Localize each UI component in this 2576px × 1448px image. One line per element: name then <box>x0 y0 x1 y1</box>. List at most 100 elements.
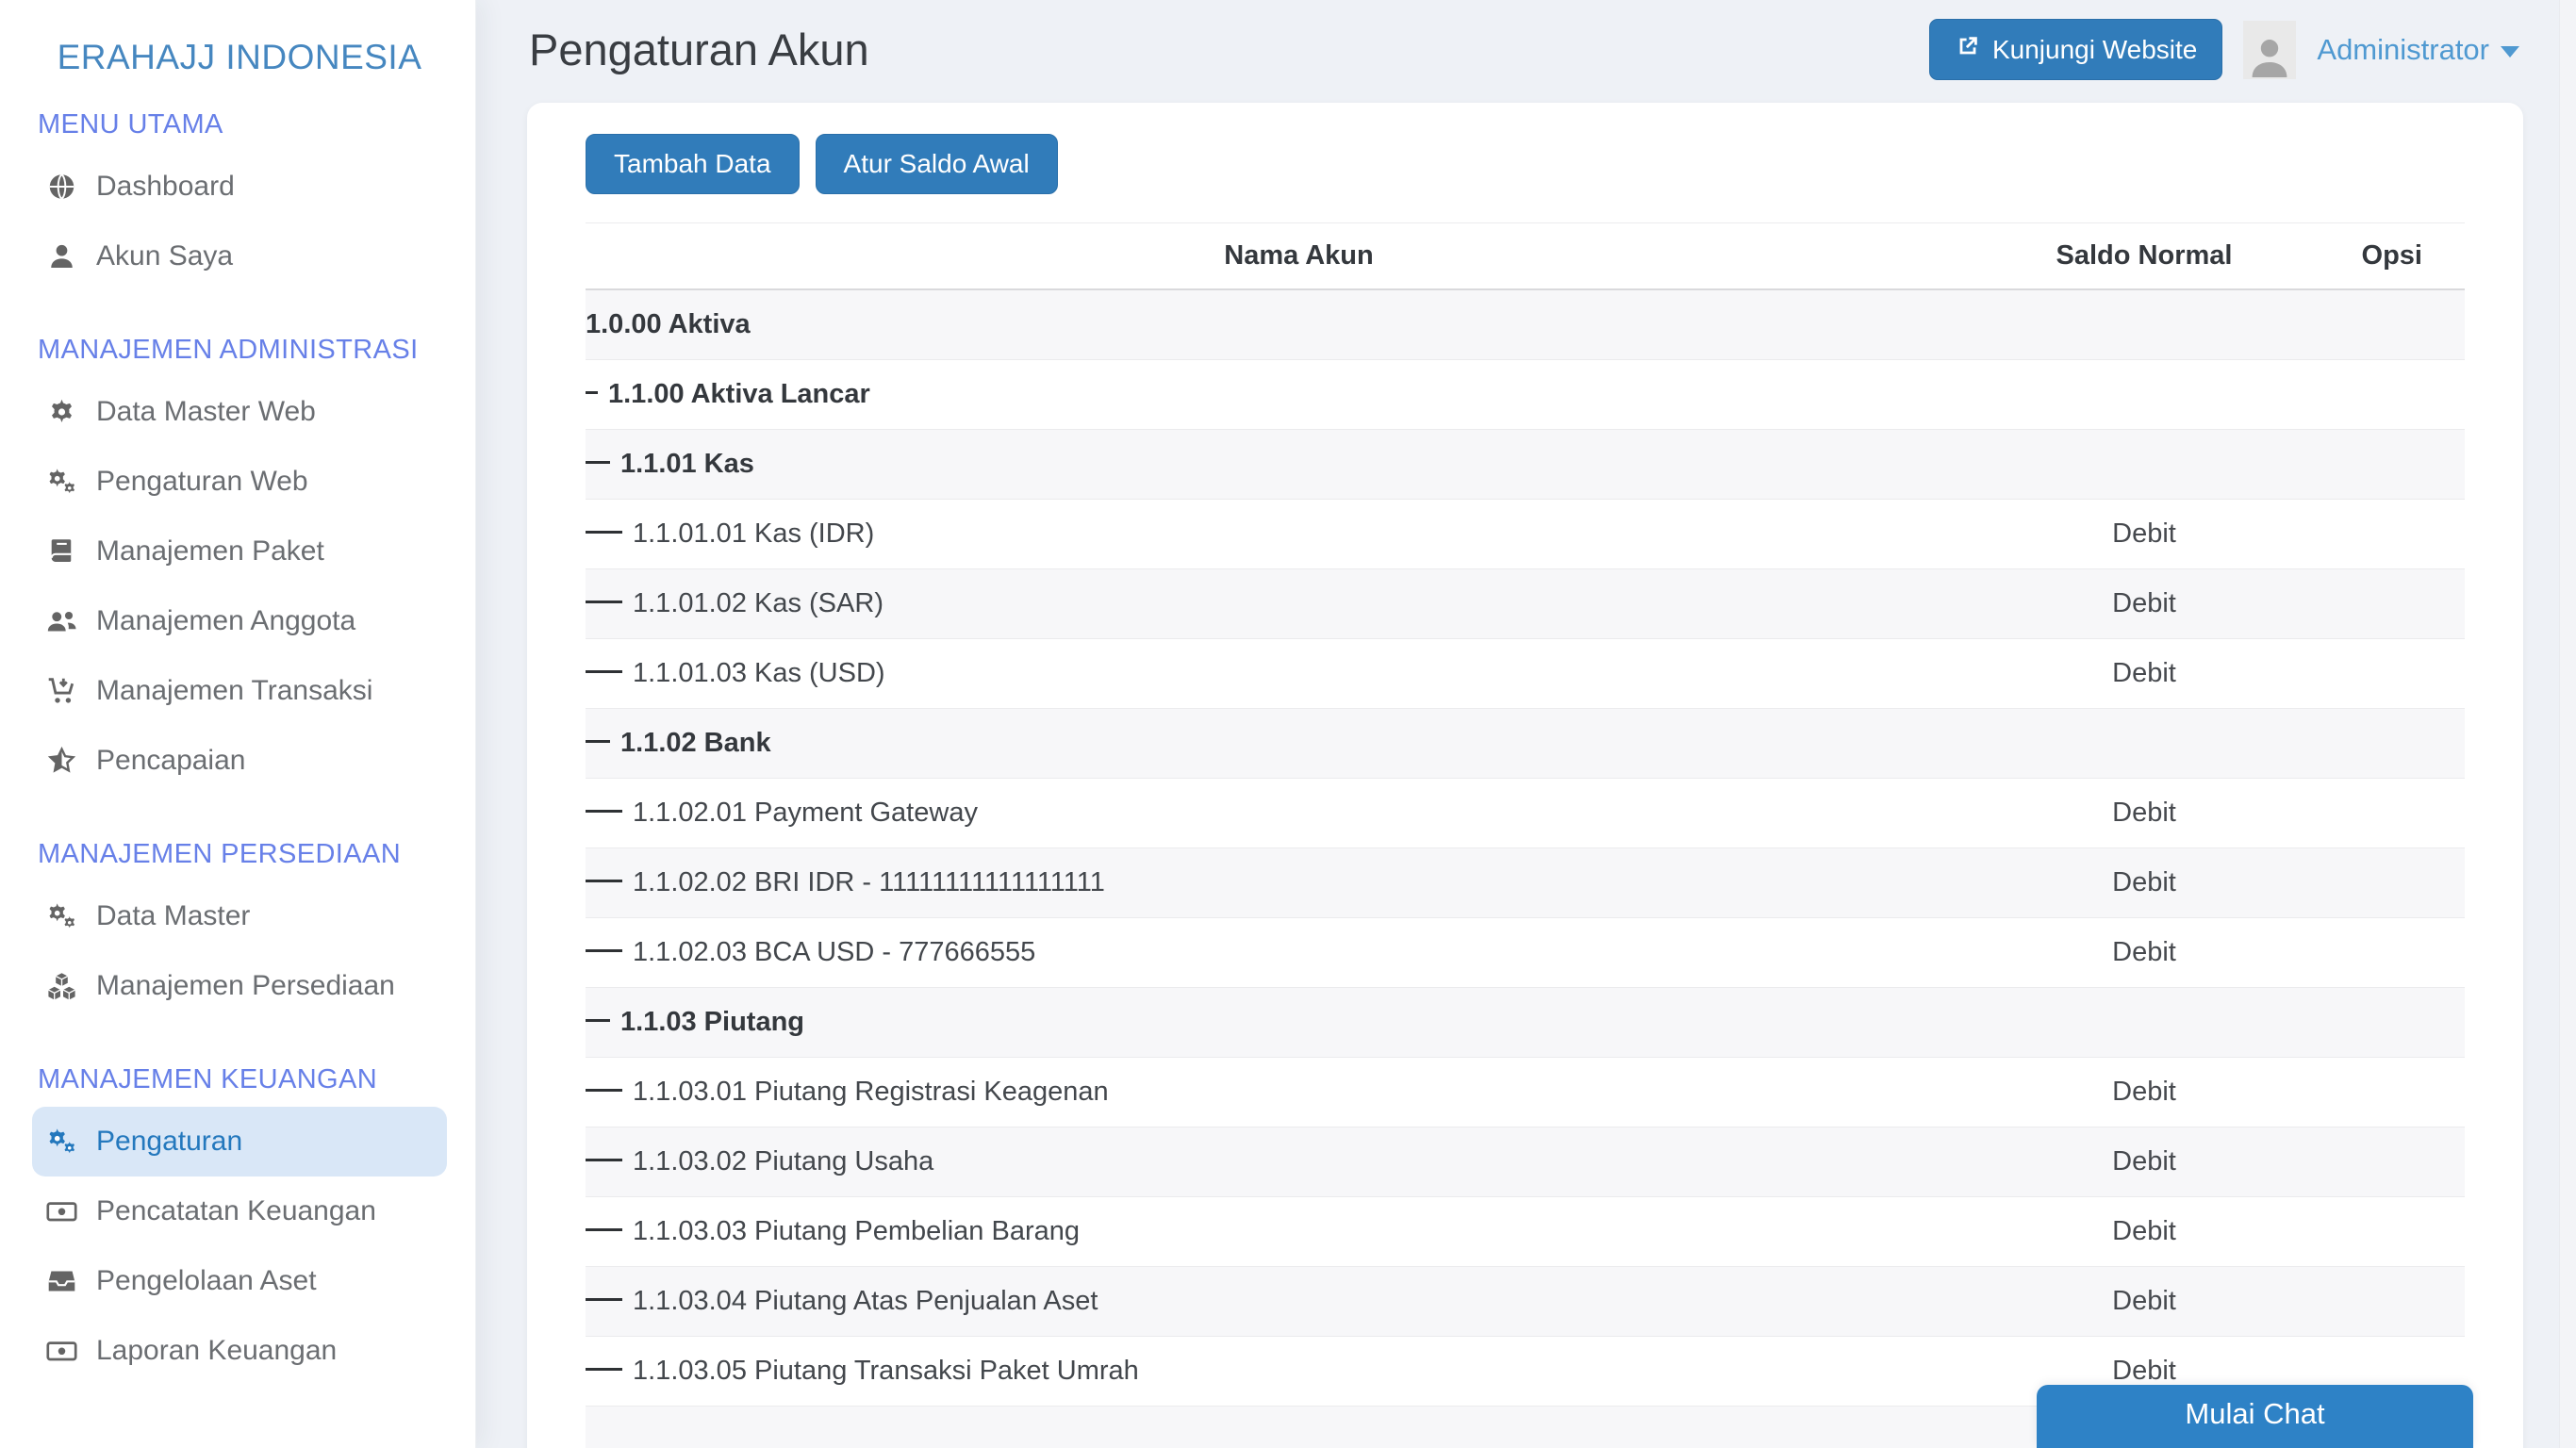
sidebar-item-pencatatan-keuangan[interactable]: Pencatatan Keuangan <box>32 1176 447 1246</box>
sidebar-item-manajemen-persediaan[interactable]: Manajemen Persediaan <box>32 951 447 1021</box>
account-name-cell: 1.1.02.02 BRI IDR - 11111111111111111 <box>586 847 2012 917</box>
sidebar-item-pencapaian[interactable]: Pencapaian <box>32 726 447 796</box>
sidebar-section: MANAJEMEN PERSEDIAAN Data Master Manajemen… <box>32 839 447 1021</box>
tambah-data-button[interactable]: Tambah Data <box>586 134 800 194</box>
gears-icon <box>43 467 79 497</box>
sidebar-item-label: Manajemen Transaksi <box>96 675 372 707</box>
account-name: 1.1.03.04 Piutang Atas Penjualan Aset <box>633 1286 1098 1316</box>
avatar[interactable] <box>2243 21 2296 79</box>
sidebar-item-laporan-keuangan[interactable]: Laporan Keuangan <box>32 1316 447 1386</box>
account-name-cell: 1.1.02.03 BCA USD - 777666555 <box>586 917 2012 987</box>
account-name-cell: 1.1.00 Aktiva Lancar <box>586 359 2012 429</box>
hierarchy-dash <box>586 391 598 394</box>
saldo-normal-cell: Debit <box>2012 1196 2276 1266</box>
sidebar-nav: MENU UTAMADashboardAkun Saya MANAJEMEN AD… <box>32 109 447 1386</box>
column-header-opsi: Opsi <box>2276 223 2465 290</box>
saldo-normal-cell: Debit <box>2012 499 2276 568</box>
money-bill-icon <box>43 1336 79 1366</box>
sidebar-item-akun-saya[interactable]: Akun Saya <box>32 222 447 291</box>
saldo-normal-cell <box>2012 987 2276 1057</box>
account-name-cell: 1.0.00 Aktiva <box>586 289 2012 359</box>
opsi-cell <box>2276 1127 2465 1196</box>
sidebar-item-pengaturan[interactable]: Pengaturan <box>32 1107 447 1176</box>
sidebar-item-manajemen-anggota[interactable]: Manajemen Anggota <box>32 586 447 656</box>
sidebar-item-label: Laporan Keuangan <box>96 1335 337 1367</box>
opsi-cell <box>2276 568 2465 638</box>
hierarchy-dash <box>586 601 622 603</box>
table-row: 1.1.03 Piutang <box>586 987 2465 1057</box>
account-name-cell: 1.1.01 Kas <box>586 429 2012 499</box>
account-name: 1.1.02.03 BCA USD - 777666555 <box>633 937 1035 967</box>
account-name-cell: 1.1.03 Piutang <box>586 987 2012 1057</box>
account-name: 1.1.03.05 Piutang Transaksi Paket Umrah <box>633 1356 1139 1386</box>
table-row: 1.1.03.04 Piutang Atas Penjualan AsetDeb… <box>586 1266 2465 1336</box>
hierarchy-dash <box>586 949 622 952</box>
opsi-cell <box>2276 429 2465 499</box>
sidebar-item-label: Pengelolaan Aset <box>96 1265 317 1297</box>
sidebar-item-label: Manajemen Persediaan <box>96 970 395 1002</box>
table-row: 1.1.01.02 Kas (SAR)Debit <box>586 568 2465 638</box>
users-icon <box>43 606 79 636</box>
table-row: 1.1.02.01 Payment GatewayDebit <box>586 778 2465 847</box>
user-dropdown[interactable]: Administrator <box>2317 33 2519 67</box>
column-header-nama-akun: Nama Akun <box>586 223 2012 290</box>
visit-website-button[interactable]: Kunjungi Website <box>1929 19 2222 80</box>
hierarchy-dash <box>586 880 622 882</box>
content-card: Tambah Data Atur Saldo Awal Nama Akun Sa… <box>527 103 2523 1448</box>
sidebar-item-data-master-web[interactable]: Data Master Web <box>32 377 447 447</box>
table-row: 1.1.02.03 BCA USD - 777666555Debit <box>586 917 2465 987</box>
table-row: 1.1.01.03 Kas (USD)Debit <box>586 638 2465 708</box>
sidebar-item-pengelolaan-aset[interactable]: Pengelolaan Aset <box>32 1246 447 1316</box>
opsi-cell <box>2276 847 2465 917</box>
table-row: 1.1.00 Aktiva Lancar <box>586 359 2465 429</box>
sidebar-item-pengaturan-web[interactable]: Pengaturan Web <box>32 447 447 517</box>
hierarchy-dash <box>586 1019 610 1022</box>
sidebar-item-data-master[interactable]: Data Master <box>32 881 447 951</box>
sidebar-item-label: Manajemen Anggota <box>96 605 355 637</box>
saldo-normal-cell: Debit <box>2012 1057 2276 1127</box>
account-name: 1.1.03.01 Piutang Registrasi Keagenan <box>633 1077 1109 1107</box>
sidebar-item-manajemen-paket[interactable]: Manajemen Paket <box>32 517 447 586</box>
external-link-icon <box>1955 33 1981 66</box>
gears-icon <box>43 901 79 931</box>
archive-icon <box>43 1266 79 1296</box>
main-header: Pengaturan Akun Kunjungi Website Adminis… <box>527 0 2523 103</box>
opsi-cell <box>2276 778 2465 847</box>
sidebar-item-manajemen-transaksi[interactable]: Manajemen Transaksi <box>32 656 447 726</box>
sidebar-item-label: Manajemen Paket <box>96 535 324 568</box>
cart-arrow-down-icon <box>43 676 79 706</box>
cubes-icon <box>43 971 79 1001</box>
hierarchy-dash <box>586 1298 622 1301</box>
app-root: ERAHAJJ INDONESIA MENU UTAMADashboardAku… <box>0 0 2576 1448</box>
saldo-normal-cell <box>2012 708 2276 778</box>
mulai-chat-button[interactable]: Mulai Chat <box>2037 1385 2473 1448</box>
account-name-cell: 1.1.03.02 Piutang Usaha <box>586 1127 2012 1196</box>
atur-saldo-awal-button[interactable]: Atur Saldo Awal <box>816 134 1058 194</box>
gears-icon <box>43 1127 79 1157</box>
page-scrollbar[interactable] <box>2559 0 2576 1448</box>
accounts-table: Nama Akun Saldo Normal Opsi 1.0.00 Aktiv… <box>586 222 2465 1448</box>
account-name: 1.1.01.03 Kas (USD) <box>633 658 885 688</box>
opsi-cell <box>2276 359 2465 429</box>
sidebar-item-dashboard[interactable]: Dashboard <box>32 152 447 222</box>
saldo-normal-cell: Debit <box>2012 568 2276 638</box>
account-name-cell: 1.1.02.01 Payment Gateway <box>586 778 2012 847</box>
table-row: 1.0.00 Aktiva <box>586 289 2465 359</box>
saldo-normal-cell <box>2012 429 2276 499</box>
account-name-cell: 1.1.01.02 Kas (SAR) <box>586 568 2012 638</box>
table-row: 1.1.02.02 BRI IDR - 11111111111111111Deb… <box>586 847 2465 917</box>
saldo-normal-cell: Debit <box>2012 847 2276 917</box>
table-body: 1.0.00 Aktiva 1.1.00 Aktiva Lancar 1.1.01 … <box>586 289 2465 1448</box>
hierarchy-dash <box>586 670 622 673</box>
money-bill-icon <box>43 1196 79 1226</box>
account-name: 1.1.00 Aktiva Lancar <box>608 379 870 409</box>
sidebar-section-heading: MANAJEMEN ADMINISTRASI <box>38 335 447 366</box>
sidebar-section-heading: MANAJEMEN PERSEDIAAN <box>38 839 447 870</box>
opsi-cell <box>2276 638 2465 708</box>
hierarchy-dash <box>586 740 610 743</box>
sidebar-section: MANAJEMEN KEUANGAN PengaturanPencatatan K… <box>32 1064 447 1386</box>
opsi-cell <box>2276 917 2465 987</box>
sidebar-section: MENU UTAMADashboardAkun Saya <box>32 109 447 291</box>
account-name: 1.1.01.01 Kas (IDR) <box>633 518 874 549</box>
sidebar-section-heading: MANAJEMEN KEUANGAN <box>38 1064 447 1095</box>
